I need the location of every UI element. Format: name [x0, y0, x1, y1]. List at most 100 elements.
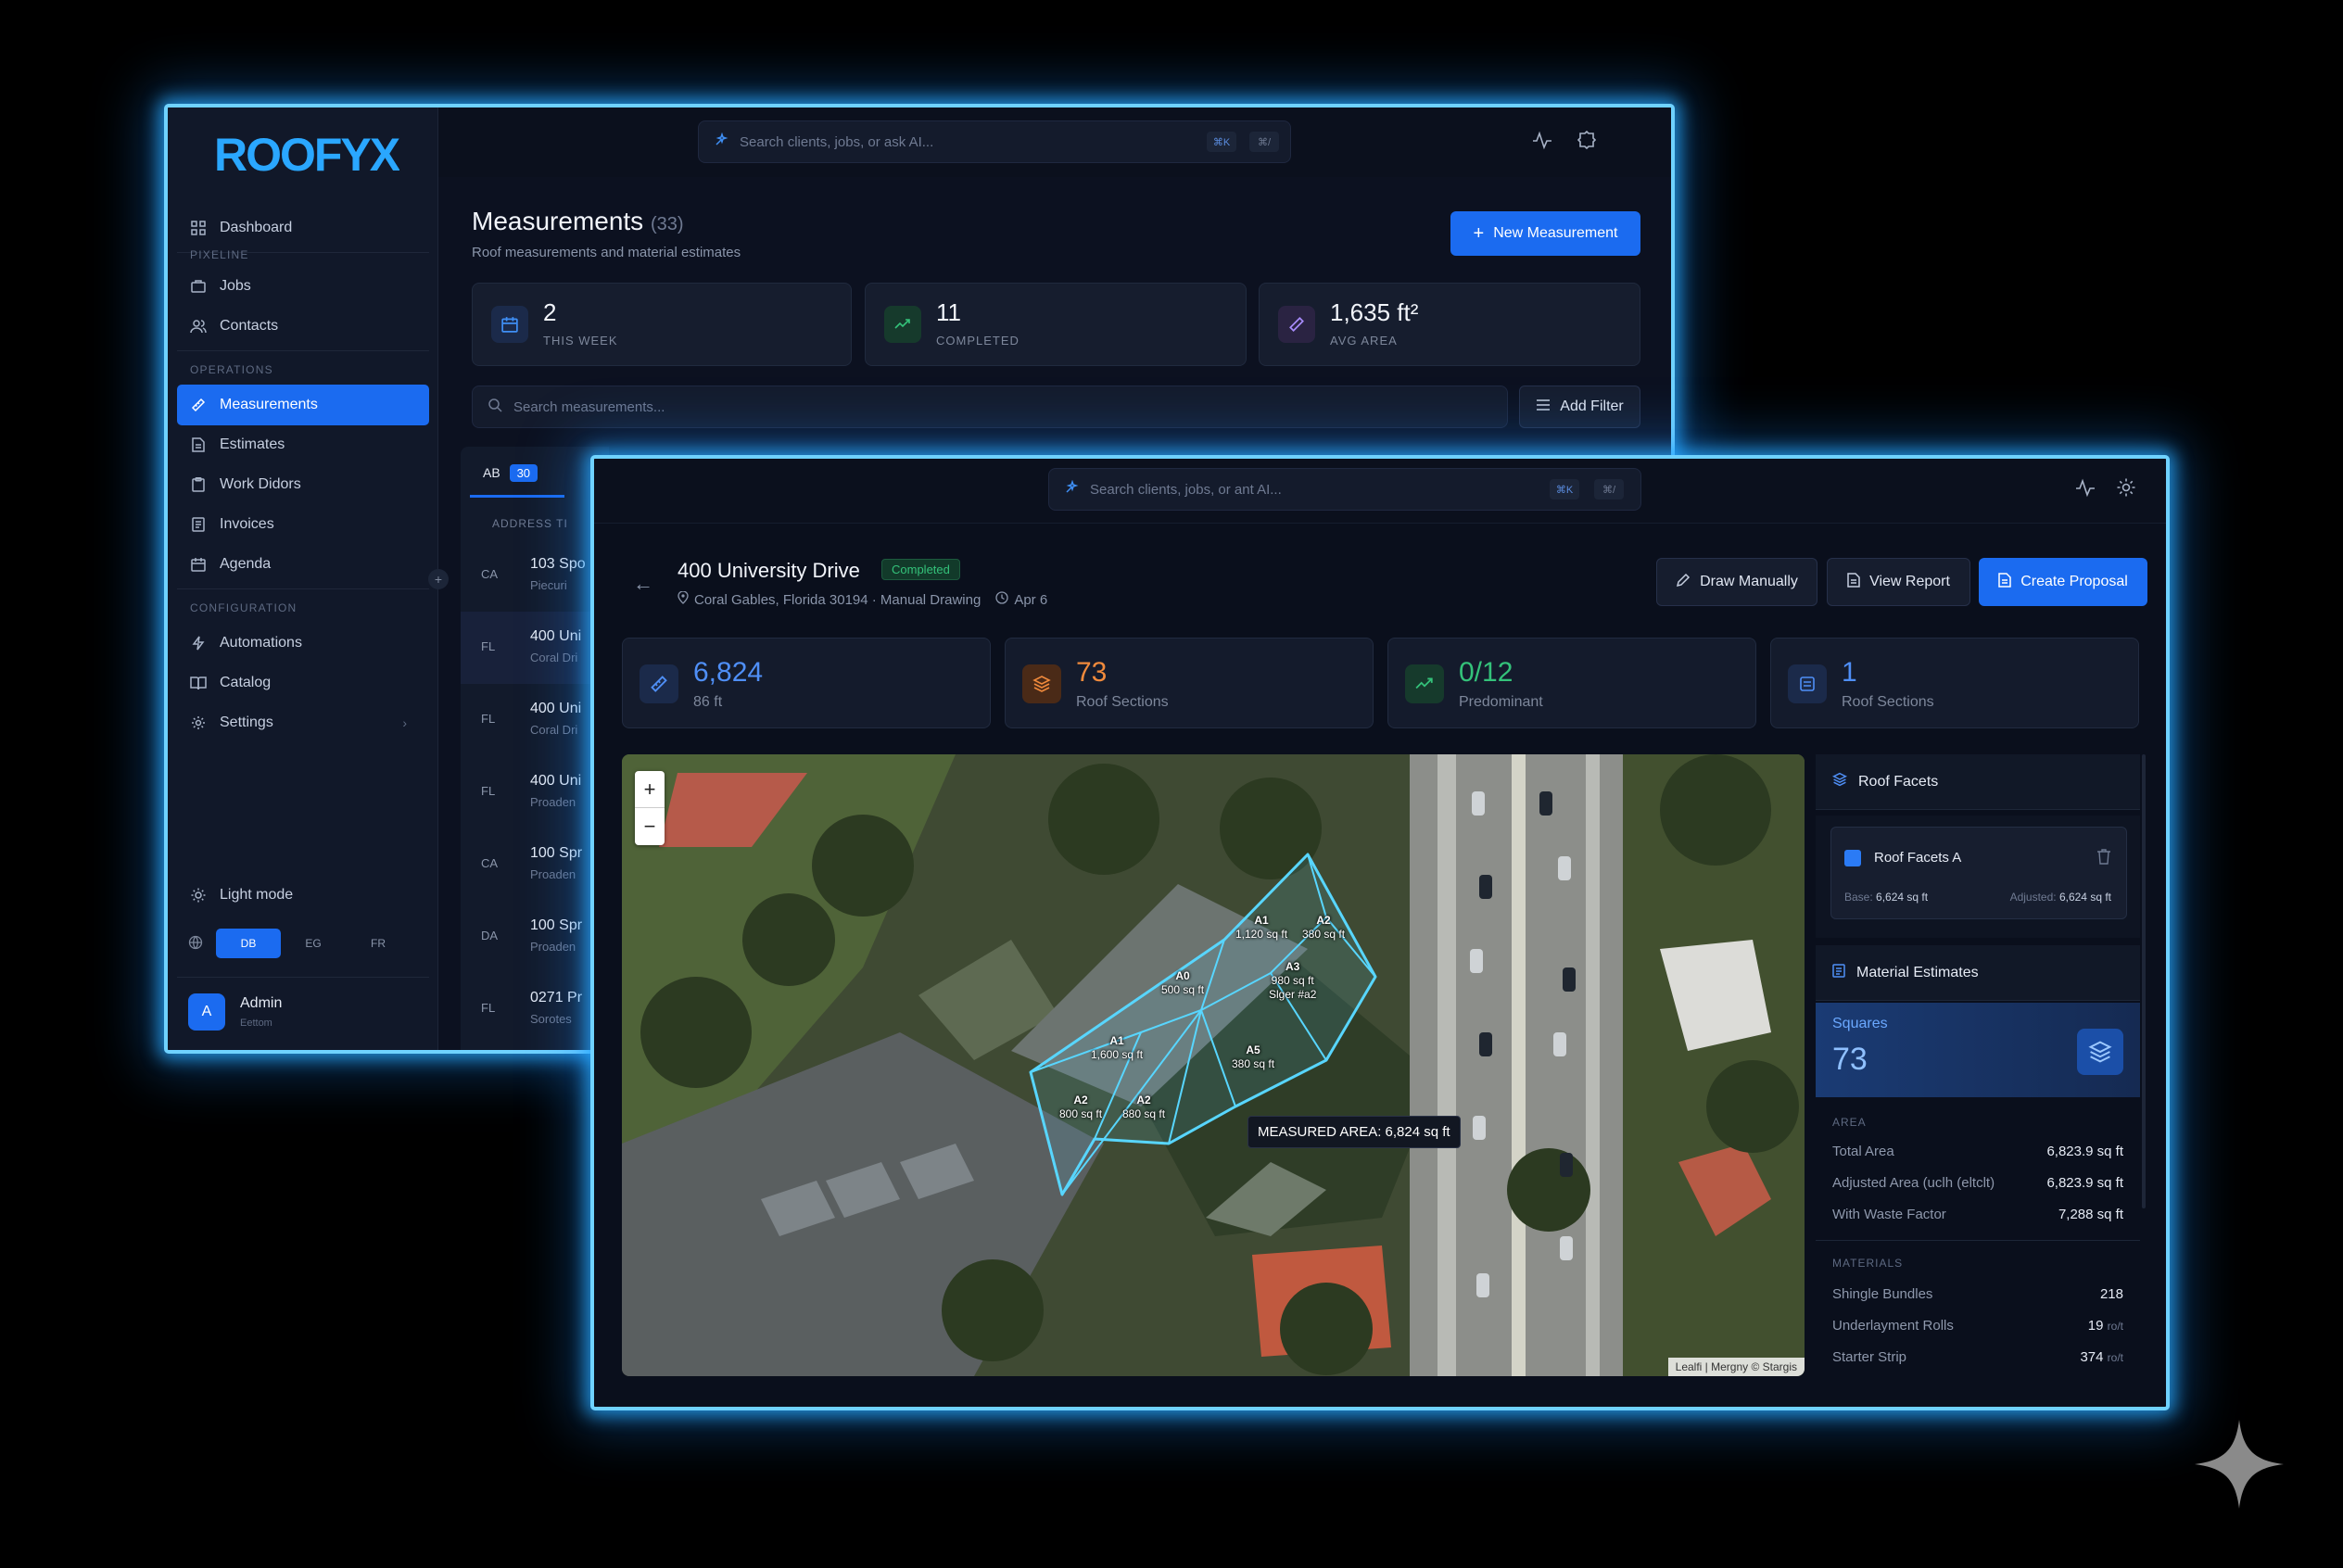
lightning-icon	[190, 635, 207, 651]
page-title-text: Measurements	[472, 207, 644, 235]
facet-label[interactable]: A2 880 sq ft	[1122, 1094, 1165, 1121]
sidebar-item-label: Agenda	[220, 556, 272, 572]
button-label: Add Filter	[1560, 398, 1624, 414]
create-proposal-button[interactable]: Create Proposal	[1979, 558, 2147, 606]
state-badge: CA	[481, 567, 499, 581]
trash-icon[interactable]	[2096, 848, 2111, 869]
tab-all[interactable]: AB 30	[483, 464, 538, 482]
materials-section-label: MATERIALS	[1832, 1257, 1904, 1270]
state-badge: FL	[481, 784, 496, 798]
light-mode-toggle[interactable]: Light mode	[177, 875, 429, 916]
table-row[interactable]: FL 400 Uni Coral Dri	[461, 684, 609, 756]
settings-icon[interactable]	[2116, 477, 2136, 502]
base-value: 6,624 sq ft	[1876, 891, 1929, 904]
map-attribution[interactable]: Lealfi | Mergny © Stargis	[1667, 1358, 1805, 1376]
stat-value: 1	[1842, 657, 1857, 688]
zoom-out-button[interactable]: −	[635, 808, 665, 845]
collapse-sidebar-button[interactable]: +	[428, 569, 449, 589]
trend-up-icon	[1405, 664, 1444, 703]
table-row[interactable]: FL 400 Uni Proaden	[461, 756, 609, 828]
activity-icon[interactable]	[2075, 477, 2096, 502]
zoom-in-button[interactable]: +	[635, 771, 665, 808]
facet-label[interactable]: A3 980 sq ft Slger #a2	[1269, 960, 1316, 1002]
globe-icon	[188, 935, 203, 955]
sidebar-item-invoices[interactable]: Invoices	[177, 504, 429, 545]
layers-icon	[1022, 664, 1061, 703]
facet-label[interactable]: A2 800 sq ft	[1059, 1094, 1102, 1121]
zoom-control: + −	[635, 771, 665, 845]
table-row[interactable]: DA 100 Spr Proaden	[461, 901, 609, 973]
state-badge: FL	[481, 1001, 496, 1015]
cube-icon	[1788, 664, 1827, 703]
stat-value: 2	[543, 298, 557, 326]
satellite-map[interactable]: A1 1,120 sq ft A2 380 sq ft A0 500 sq ft A3…	[622, 754, 1805, 1376]
add-filter-button[interactable]: Add Filter	[1519, 386, 1640, 428]
activity-icon[interactable]	[1532, 130, 1552, 155]
table-row[interactable]: CA 103 Spo Piecuri	[461, 539, 609, 612]
stat-card-pitch: 0/12 Predominant	[1387, 638, 1756, 728]
shortcut-badge: ⌘/	[1249, 132, 1279, 152]
settings-icon[interactable]	[1577, 130, 1597, 155]
sidebar-item-contacts[interactable]: Contacts	[177, 306, 429, 347]
status-badge: Completed	[881, 559, 960, 580]
sidebar-item-measurements[interactable]: Measurements	[177, 385, 429, 425]
address-title: 400 University Drive	[678, 559, 860, 582]
sidebar: ROOFYX Dashboard PIXELINE Jobs Contacts …	[168, 107, 438, 1050]
row-title: 400 Uni	[530, 701, 582, 716]
stat-card-area: 6,824 86 ft	[622, 638, 991, 728]
view-report-button[interactable]: View Report	[1827, 558, 1970, 606]
new-measurement-button[interactable]: + New Measurement	[1450, 211, 1640, 256]
facet-area: 380 sq ft	[1232, 1057, 1275, 1070]
sidebar-item-automations[interactable]: Automations	[177, 623, 429, 664]
lang-option-db[interactable]: DB	[216, 929, 281, 958]
facet-card[interactable]: Roof Facets A Base: 6,624 sq ft Adjusted…	[1830, 827, 2127, 919]
stat-card-roof-sections: 73 Roof Sections	[1005, 638, 1374, 728]
back-arrow-icon[interactable]: ←	[633, 572, 653, 596]
facet-label[interactable]: A2 380 sq ft	[1302, 914, 1345, 942]
lang-option-eg[interactable]: EG	[281, 929, 346, 958]
sidebar-item-label: Contacts	[220, 318, 279, 334]
sidebar-item-estimates[interactable]: Estimates	[177, 424, 429, 465]
global-search[interactable]: Search clients, jobs, or ant AI... ⌘K ⌘/	[1048, 468, 1641, 511]
section-operations: OPERATIONS	[190, 363, 273, 376]
ruler-icon	[190, 397, 207, 413]
global-search[interactable]: Search clients, jobs, or ask AI... ⌘K ⌘/	[698, 120, 1291, 163]
row-subtitle: Proaden	[530, 867, 576, 881]
row-subtitle: Proaden	[530, 940, 576, 954]
table-row[interactable]: CA 100 Spr Proaden	[461, 828, 609, 901]
facet-label[interactable]: A1 1,120 sq ft	[1235, 914, 1287, 942]
facet-area: 880 sq ft	[1122, 1107, 1166, 1120]
sidebar-item-settings[interactable]: Settings ›	[177, 702, 429, 743]
sidebar-item-catalog[interactable]: Catalog	[177, 663, 429, 703]
search-icon	[488, 398, 502, 416]
adjusted-value: 6,624 sq ft	[2058, 891, 2111, 904]
table-row[interactable]: FL 0271 Pr Sorotes	[461, 973, 609, 1045]
scrollbar[interactable]	[2142, 754, 2146, 1208]
right-panel: Roof Facets Roof Facets A Base: 6,624 sq…	[1816, 754, 2146, 1376]
sidebar-item-work-orders[interactable]: Work Didors	[177, 464, 429, 505]
gear-icon	[190, 714, 207, 731]
table-row[interactable]: FL 400 Uni Coral Dri	[461, 612, 609, 684]
stat-label: 86 ft	[693, 694, 723, 710]
tab-label: AB	[483, 465, 500, 480]
measurements-search-input[interactable]: Search measurements...	[472, 386, 1508, 428]
row-label: Total Area	[1832, 1144, 1894, 1159]
sun-icon	[190, 887, 207, 904]
squares-card: Squares 73	[1816, 1003, 2140, 1097]
sidebar-item-agenda[interactable]: Agenda	[177, 544, 429, 585]
facet-label[interactable]: A5 380 sq ft	[1232, 1043, 1274, 1071]
facet-label[interactable]: A0 500 sq ft	[1161, 969, 1204, 997]
lang-option-fr[interactable]: FR	[346, 929, 411, 958]
trend-up-icon	[884, 306, 921, 343]
divider	[177, 977, 429, 978]
facet-label[interactable]: A1 1,600 sq ft	[1091, 1034, 1143, 1062]
sidebar-item-label: Measurements	[220, 397, 318, 412]
facet-name: A5	[1246, 1043, 1260, 1056]
draw-manually-button[interactable]: Draw Manually	[1656, 558, 1817, 606]
sidebar-item-jobs[interactable]: Jobs	[177, 266, 429, 307]
pencil-icon	[1676, 573, 1691, 592]
area-row: Total Area 6,823.9 sq ft	[1832, 1144, 2123, 1159]
avatar[interactable]: A	[188, 993, 225, 1031]
adjusted-area: Adjusted: 6,624 sq ft	[2010, 891, 2111, 904]
sidebar-item-dashboard[interactable]: Dashboard	[177, 208, 429, 248]
